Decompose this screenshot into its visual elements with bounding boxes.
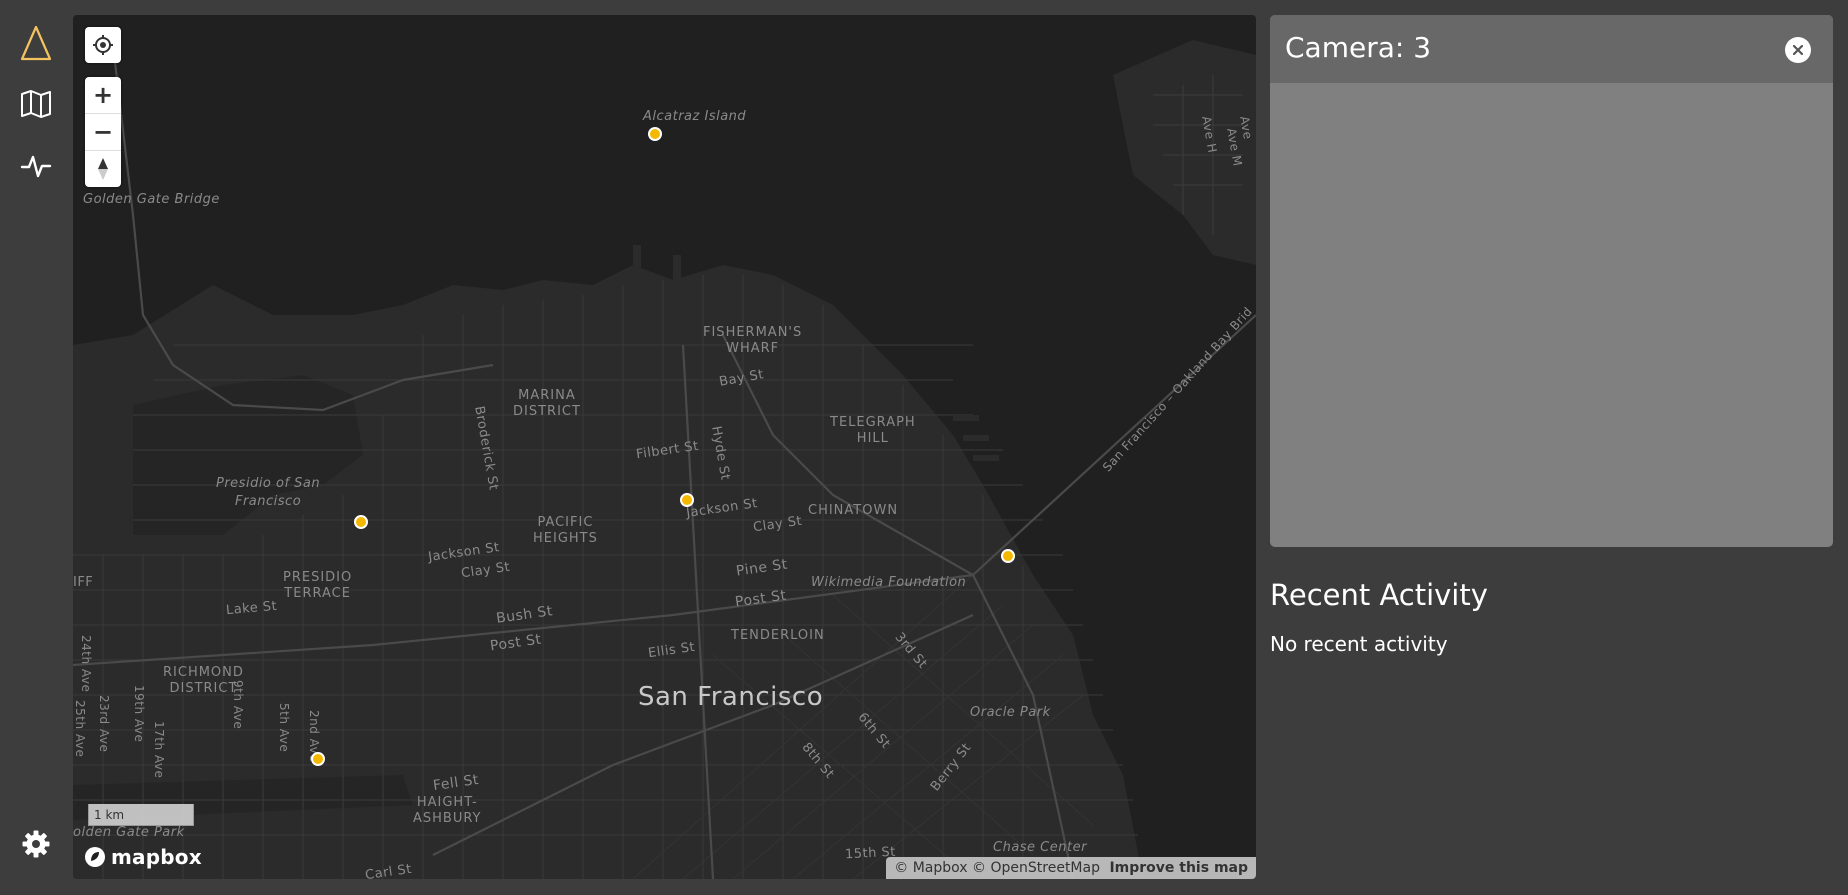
label-19th-ave: 19th Ave: [132, 685, 146, 743]
camera-feed: [1270, 83, 1833, 547]
mapbox-logo[interactable]: mapbox: [84, 845, 202, 869]
sidebar: [0, 0, 72, 895]
map-view[interactable]: Alcatraz Island Golden Gate Bridge FISHE…: [73, 15, 1256, 879]
label-chase-center: Chase Center: [993, 840, 1087, 855]
improve-map-link[interactable]: Improve this map: [1109, 860, 1248, 876]
label-golden-gate-bridge: Golden Gate Bridge: [83, 192, 220, 207]
label-24th-ave: 24th Ave: [79, 635, 93, 693]
label-25th-ave: 25th Ave: [73, 700, 87, 758]
label-oracle-park: Oracle Park: [970, 705, 1051, 720]
label-telegraph-hill: TELEGRAPH HILL: [830, 415, 916, 446]
label-presidio-sf: Presidio of San Francisco: [216, 476, 321, 509]
label-5th-ave: 5th Ave: [277, 703, 291, 753]
camera-panel-header: Camera: 3: [1270, 15, 1833, 83]
compass-icon: [98, 158, 108, 180]
close-icon: [1793, 45, 1803, 55]
camera-marker[interactable]: [354, 515, 368, 529]
activity-icon[interactable]: [17, 147, 55, 185]
zoom-control: + −: [85, 77, 121, 187]
mapbox-logo-icon: [85, 847, 105, 867]
compass-button[interactable]: [85, 150, 121, 187]
label-17th-ave: 17th Ave: [152, 721, 166, 779]
camera-marker[interactable]: [311, 752, 325, 766]
map-icon[interactable]: [17, 85, 55, 123]
attribution-osm-link[interactable]: © OpenStreetMap: [972, 860, 1100, 876]
minus-icon: −: [92, 118, 114, 146]
label-golden-gate-park: olden Gate Park: [73, 825, 185, 840]
recent-activity-title: Recent Activity: [1270, 578, 1488, 612]
camera-marker[interactable]: [1001, 549, 1015, 563]
zoom-out-button[interactable]: −: [85, 113, 121, 150]
plus-icon: +: [92, 81, 114, 109]
label-wikimedia: Wikimedia Foundation: [811, 575, 967, 590]
label-chinatown: CHINATOWN: [808, 503, 899, 518]
label-marina-district: MARINA DISTRICT: [513, 388, 581, 419]
scale-bar: 1 km: [88, 804, 194, 826]
mapbox-logo-text: mapbox: [111, 845, 202, 869]
label-9th-ave: 9th Ave: [231, 680, 245, 730]
logo-icon[interactable]: [17, 24, 55, 62]
geolocate-control: [85, 27, 121, 63]
label-fishermans-wharf: FISHERMAN'S WHARF: [703, 325, 803, 356]
label-presidio-terrace: PRESIDIO TERRACE: [283, 570, 353, 601]
settings-icon[interactable]: [17, 825, 55, 863]
camera-marker[interactable]: [680, 493, 694, 507]
map-attribution: © Mapbox © OpenStreetMap Improve this ma…: [886, 857, 1256, 879]
label-city: San Francisco: [638, 682, 824, 712]
camera-marker[interactable]: [648, 127, 662, 141]
label-iff: IFF: [73, 575, 94, 590]
recent-activity-empty: No recent activity: [1270, 632, 1448, 656]
label-tenderloin: TENDERLOIN: [731, 628, 825, 643]
label-alcatraz: Alcatraz Island: [643, 109, 747, 124]
camera-panel: Camera: 3: [1270, 15, 1833, 547]
label-pacific-heights: PACIFIC HEIGHTS: [533, 515, 598, 546]
label-haight-ashbury: HAIGHT- ASHBURY: [413, 795, 482, 826]
camera-title: Camera: 3: [1285, 31, 1432, 64]
label-23rd-ave: 23rd Ave: [97, 695, 111, 753]
attribution-mapbox-link[interactable]: © Mapbox: [894, 860, 967, 876]
locate-icon[interactable]: [85, 27, 121, 63]
zoom-in-button[interactable]: +: [85, 77, 121, 113]
close-button[interactable]: [1785, 37, 1811, 63]
